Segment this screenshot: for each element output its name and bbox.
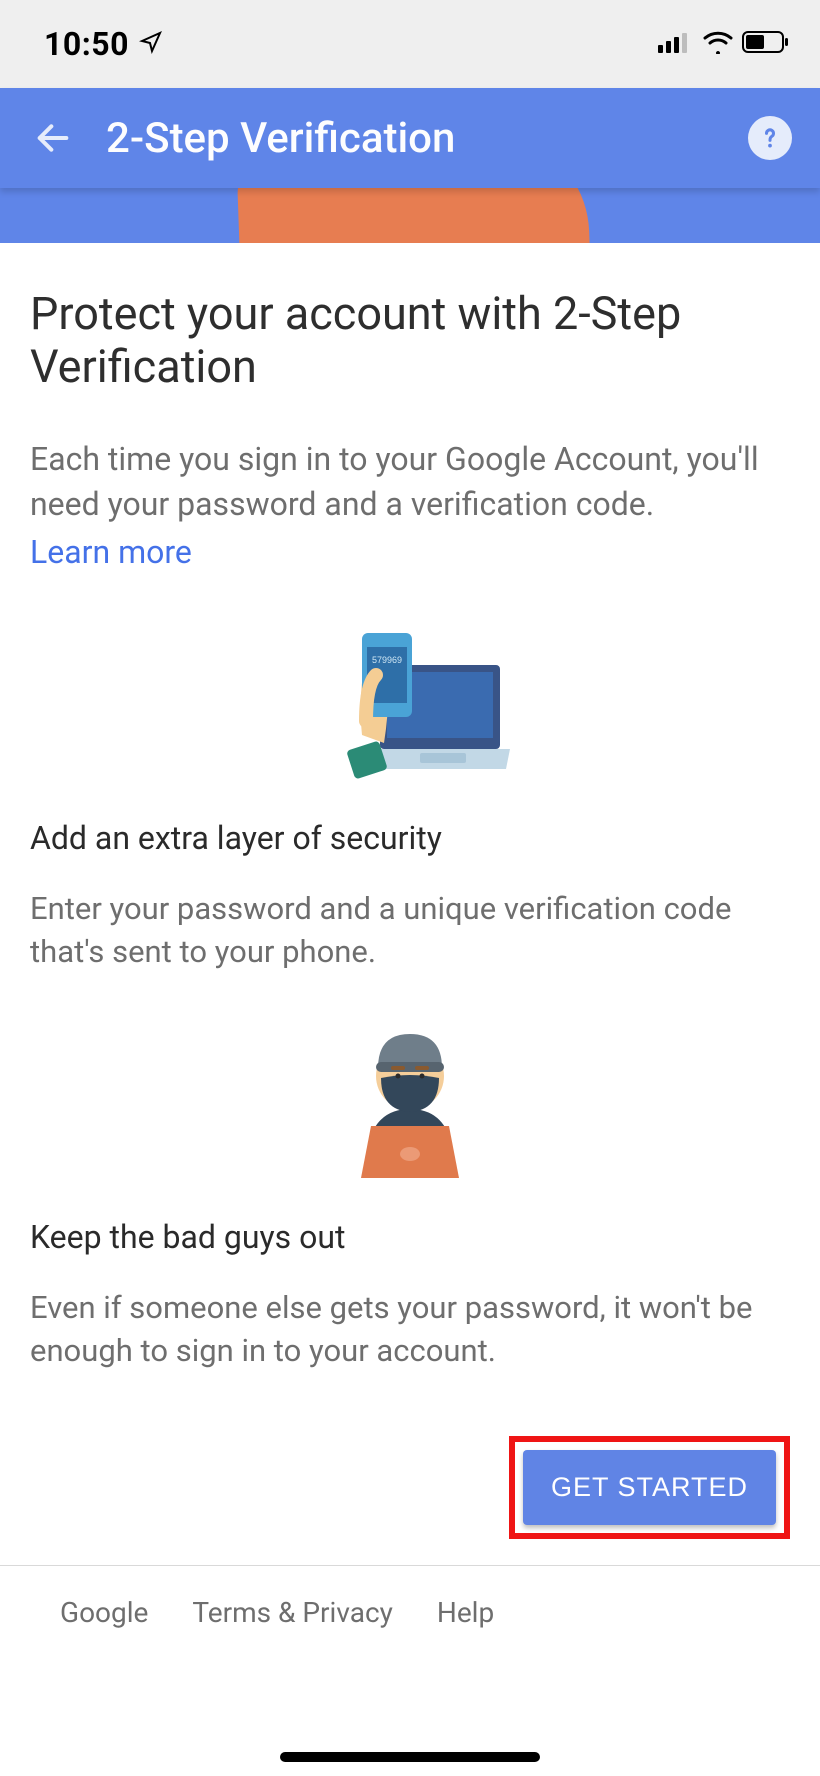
- section1-description: Enter your password and a unique verific…: [30, 887, 790, 974]
- home-indicator[interactable]: [280, 1752, 540, 1762]
- help-button[interactable]: [748, 116, 792, 160]
- section2-description: Even if someone else gets your password,…: [30, 1286, 790, 1373]
- cta-row: GET STARTED: [0, 1400, 820, 1565]
- cellular-icon: [658, 31, 694, 57]
- illustration-bad-guy: [30, 1014, 790, 1184]
- status-time: 10:50: [44, 25, 129, 63]
- main-content: Protect your account with 2-Step Verific…: [0, 243, 820, 1372]
- learn-more-link[interactable]: Learn more: [30, 533, 192, 571]
- svg-text:579969: 579969: [372, 655, 402, 665]
- get-started-button[interactable]: GET STARTED: [523, 1450, 776, 1525]
- footer-link-terms[interactable]: Terms & Privacy: [192, 1596, 392, 1629]
- section1-title: Add an extra layer of security: [30, 819, 790, 857]
- arrow-left-icon: [33, 118, 73, 158]
- location-icon: [139, 30, 163, 58]
- page-title: Protect your account with 2-Step Verific…: [30, 287, 790, 393]
- section2-title: Keep the bad guys out: [30, 1218, 790, 1256]
- wifi-icon: [702, 30, 734, 58]
- battery-icon: [742, 30, 790, 58]
- illustration-phone-laptop: 579969: [30, 625, 790, 785]
- hero-banner: [0, 188, 820, 243]
- footer-link-help[interactable]: Help: [437, 1596, 494, 1629]
- app-bar-title: 2-Step Verification: [106, 114, 748, 163]
- status-bar: 10:50: [0, 0, 820, 88]
- footer: Google Terms & Privacy Help: [0, 1565, 820, 1659]
- get-started-highlight: GET STARTED: [509, 1436, 790, 1539]
- back-button[interactable]: [28, 113, 78, 163]
- page-description: Each time you sign in to your Google Acc…: [30, 437, 790, 527]
- footer-link-google[interactable]: Google: [60, 1596, 148, 1629]
- app-bar: 2-Step Verification: [0, 88, 820, 188]
- help-icon: [756, 124, 784, 152]
